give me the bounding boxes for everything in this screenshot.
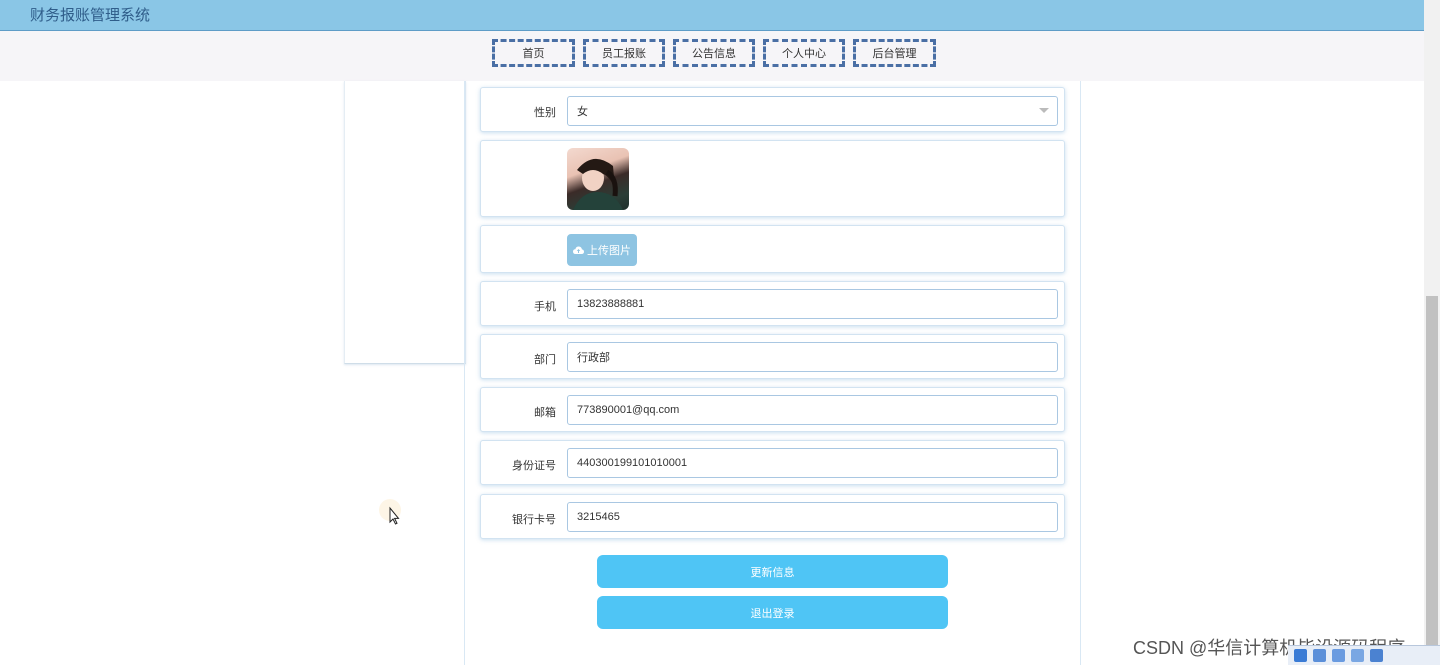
update-info-button[interactable]: 更新信息 <box>597 555 948 588</box>
tray-app-icon[interactable] <box>1294 649 1307 662</box>
avatar <box>567 148 629 210</box>
phone-label: 手机 <box>534 301 556 313</box>
nav-menu: 首页 员工报账 公告信息 个人中心 后台管理 <box>492 39 936 67</box>
upload-button-label: 上传图片 <box>587 245 631 257</box>
bank-card-field[interactable] <box>567 502 1058 532</box>
cloud-upload-icon <box>573 246 584 254</box>
scrollbar-thumb[interactable] <box>1426 296 1438 665</box>
tray-sync-icon[interactable] <box>1332 649 1345 662</box>
mouse-cursor-icon <box>378 498 404 531</box>
logout-button[interactable]: 退出登录 <box>597 596 948 629</box>
system-tray <box>1288 645 1440 665</box>
tray-network-icon[interactable] <box>1313 649 1326 662</box>
department-row: 部门 <box>480 334 1065 379</box>
id-number-field[interactable] <box>567 448 1058 478</box>
nav-item-announcements[interactable]: 公告信息 <box>673 39 755 67</box>
upload-row: 上传图片 <box>480 225 1065 273</box>
department-label: 部门 <box>534 354 556 366</box>
nav-item-personal-center[interactable]: 个人中心 <box>763 39 845 67</box>
avatar-row <box>480 140 1065 217</box>
bank-card-label: 银行卡号 <box>512 514 556 526</box>
gender-label: 性别 <box>534 107 556 119</box>
avatar-portrait <box>573 158 623 210</box>
email-row: 邮箱 <box>480 387 1065 432</box>
phone-row: 手机 <box>480 281 1065 326</box>
bank-card-row: 银行卡号 <box>480 494 1065 539</box>
app-title: 财务报账管理系统 <box>30 7 151 24</box>
phone-field[interactable] <box>567 289 1058 319</box>
vertical-scrollbar[interactable] <box>1424 0 1440 665</box>
tray-settings-icon[interactable] <box>1370 649 1383 662</box>
side-menu-panel <box>344 81 466 364</box>
nav-item-home[interactable]: 首页 <box>492 39 575 67</box>
id-number-label: 身份证号 <box>512 460 556 472</box>
title-bar: 财务报账管理系统 <box>0 0 1424 31</box>
nav-bar: 首页 员工报账 公告信息 个人中心 后台管理 <box>0 31 1424 81</box>
email-label: 邮箱 <box>534 407 556 419</box>
gender-row: 性别 女 <box>480 87 1065 132</box>
tray-display-icon[interactable] <box>1351 649 1364 662</box>
id-number-row: 身份证号 <box>480 440 1065 485</box>
nav-item-admin[interactable]: 后台管理 <box>853 39 936 67</box>
gender-value: 女 <box>577 106 588 118</box>
gender-select[interactable]: 女 <box>567 96 1058 126</box>
upload-image-button[interactable]: 上传图片 <box>567 234 637 266</box>
department-field[interactable] <box>567 342 1058 372</box>
nav-item-employee-reimbursement[interactable]: 员工报账 <box>583 39 665 67</box>
email-field[interactable] <box>567 395 1058 425</box>
chevron-down-icon <box>1039 108 1049 113</box>
